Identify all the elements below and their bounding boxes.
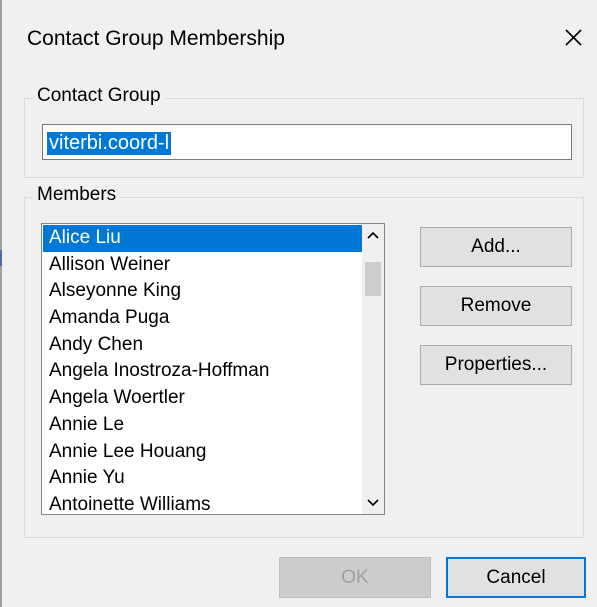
scroll-thumb[interactable] [365, 262, 381, 296]
contact-group-membership-dialog: Contact Group Membership Contact Group v… [2, 0, 597, 607]
member-list-item[interactable]: Alice Liu [43, 225, 362, 252]
member-list-item[interactable]: Annie Le [43, 412, 362, 439]
dialog-title: Contact Group Membership [27, 27, 285, 50]
members-list[interactable]: Alice Liu Allison Weiner Alseyonne King Ama… [41, 223, 385, 515]
members-legend: Members [33, 184, 121, 206]
member-list-item[interactable]: Amanda Puga [43, 305, 362, 332]
remove-member-button[interactable]: Remove [420, 286, 572, 326]
member-list-item[interactable]: Allison Weiner [43, 252, 362, 279]
scroll-down-icon[interactable] [362, 492, 384, 514]
members-scrollbar[interactable] [362, 224, 384, 514]
ok-button[interactable]: OK [279, 557, 431, 598]
member-list-item[interactable]: Angela Woertler [43, 385, 362, 412]
contact-group-name-value: viterbi.coord-l [47, 132, 172, 155]
properties-button[interactable]: Properties... [420, 345, 572, 385]
scroll-up-icon[interactable] [362, 224, 384, 246]
close-icon[interactable] [554, 18, 592, 56]
member-list-item[interactable]: Alseyonne King [43, 278, 362, 305]
members-list-items: Alice Liu Allison Weiner Alseyonne King Ama… [43, 225, 362, 514]
add-member-button[interactable]: Add... [420, 227, 572, 267]
member-list-item[interactable]: Angela Inostroza-Hoffman [43, 358, 362, 385]
member-list-item[interactable]: Annie Lee Houang [43, 439, 362, 466]
contact-group-name-input[interactable]: viterbi.coord-l [42, 124, 572, 160]
contact-group-legend: Contact Group [33, 85, 165, 107]
member-list-item[interactable]: Antoinette Williams [43, 492, 362, 514]
cancel-button[interactable]: Cancel [446, 557, 586, 598]
member-list-item[interactable]: Annie Yu [43, 465, 362, 492]
member-list-item[interactable]: Andy Chen [43, 332, 362, 359]
